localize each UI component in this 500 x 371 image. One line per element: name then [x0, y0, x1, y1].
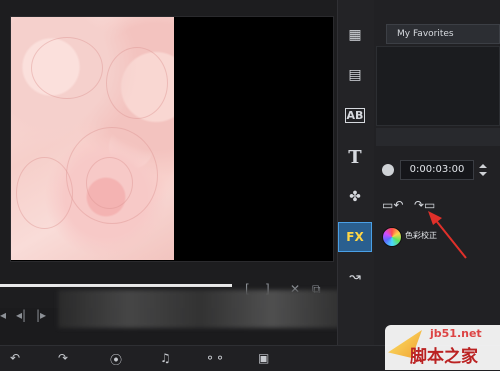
duration-stepper[interactable]: [476, 160, 490, 180]
color-correction-label[interactable]: 色彩校正: [405, 230, 437, 241]
record-capture-icon[interactable]: ⦿: [110, 351, 122, 368]
title-tool-button[interactable]: T: [338, 142, 372, 172]
tool-column: [337, 0, 374, 345]
step-up-icon[interactable]: [479, 164, 487, 168]
film-magic-icon: ▤: [348, 67, 362, 83]
puzzle-icon: ✤: [349, 189, 361, 205]
step-down-icon[interactable]: [479, 172, 487, 176]
motion-path-icon: ↝: [349, 269, 361, 285]
fx-icon: FX: [346, 230, 364, 244]
reverse-video-icon[interactable]: ▭↶: [382, 198, 404, 212]
path-tool-button[interactable]: ↝: [338, 262, 372, 292]
multi-clip-icon[interactable]: ⚬⚬: [205, 351, 225, 365]
prev-frame-icon[interactable]: ◂: [0, 308, 6, 322]
favorites-dropdown[interactable]: My Favorites: [386, 24, 500, 44]
watermark-domain: jb51.net: [430, 327, 482, 340]
ab-icon: AB: [344, 107, 366, 123]
rotate-clip-icon[interactable]: ↷▭: [414, 198, 436, 212]
clock-icon: [382, 164, 394, 176]
subtitle-editor-icon[interactable]: ▣: [258, 351, 269, 365]
step-forward-icon[interactable]: |▸: [36, 308, 46, 322]
title-t-icon: T: [348, 146, 362, 168]
instant-project-tool-button[interactable]: ▤: [338, 60, 372, 90]
transition-tool-button[interactable]: AB: [338, 100, 372, 130]
scrub-track[interactable]: [0, 284, 232, 287]
filter-tool-button[interactable]: FX: [338, 222, 372, 252]
graphic-tool-button[interactable]: ✤: [338, 182, 372, 212]
redo-icon[interactable]: ↷: [58, 351, 68, 365]
film-strip-icon: ▦: [348, 27, 362, 43]
step-back-icon[interactable]: ◂|: [16, 308, 26, 322]
undo-icon[interactable]: ↶: [10, 351, 20, 365]
color-wheel-icon[interactable]: [382, 227, 402, 247]
preview-image-roses: [11, 17, 174, 260]
watermark-site-name: 脚本之家: [410, 347, 478, 367]
media-tool-button[interactable]: ▦: [338, 20, 372, 50]
library-preview-box: [376, 46, 500, 126]
duration-field[interactable]: 0:00:03:00: [400, 160, 474, 180]
sound-mixer-icon[interactable]: ♫: [160, 351, 171, 365]
panel-divider: [376, 128, 500, 146]
